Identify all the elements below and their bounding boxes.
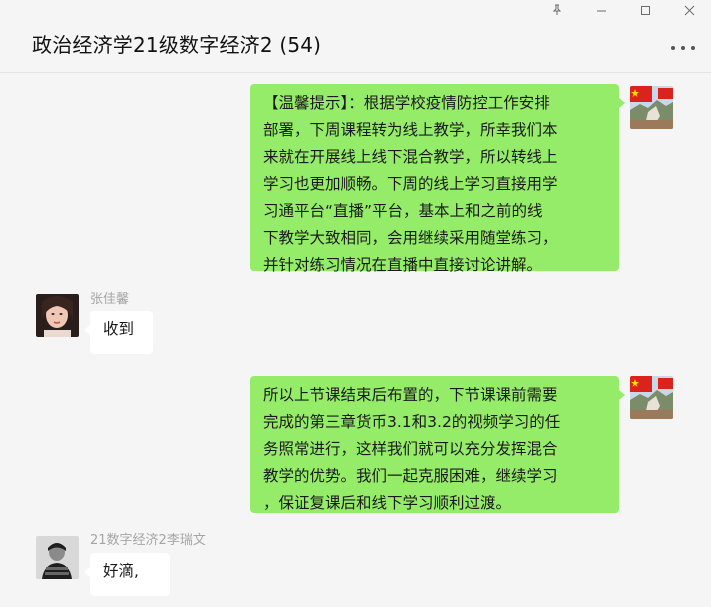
message-line: 并针对练习情况在直播中直接讨论讲解。 — [263, 256, 543, 274]
incoming-message-bubble[interactable]: 好滴, — [84, 553, 170, 596]
title-bar: 政治经济学21级数字经济2 (54) — [0, 0, 711, 73]
pin-icon[interactable] — [535, 0, 579, 20]
maximize-icon[interactable] — [623, 0, 667, 20]
outgoing-message-bubble[interactable]: 【温馨提示】：根据学校疫情防控工作安排 部署，下周课程转为线上教学，所幸我们本 … — [250, 84, 625, 274]
more-dot — [691, 46, 695, 50]
message-line: 务照常进行，这样我们就可以充分发挥混合 — [263, 440, 558, 458]
message-line: 部署，下周课程转为线上教学，所幸我们本 — [263, 121, 558, 139]
message-line: 教学的优势。我们一起克服困难，继续学习 — [263, 467, 558, 485]
message-line: 习通平台“直播”平台，基本上和之前的线 — [263, 202, 543, 220]
message-line: ，保证复课后和线下学习顺利过渡。 — [263, 494, 512, 512]
more-dot — [671, 46, 675, 50]
sender-name: 张佳馨 — [90, 292, 130, 307]
sender-avatar[interactable] — [36, 294, 79, 337]
more-dot — [681, 46, 685, 50]
message-line: 完成的第三章货币3.1和3.2的视频学习的任 — [263, 413, 561, 431]
message-line: 学习也更加顺畅。下周的线上学习直接用学 — [263, 175, 558, 193]
more-dots-icon[interactable] — [671, 38, 695, 58]
incoming-message-bubble[interactable]: 收到 — [84, 311, 153, 354]
message-line: 下教学大致相同，会用继续采用随堂练习， — [263, 229, 558, 247]
message-line: 来就在开展线上线下混合教学，所以转线上 — [263, 148, 558, 166]
sender-avatar[interactable] — [36, 536, 79, 579]
outgoing-message-bubble[interactable]: 所以上节课结束后布置的，下节课课前需要 完成的第三章货币3.1和3.2的视频学习… — [250, 376, 625, 513]
my-avatar[interactable] — [630, 376, 673, 419]
chat-title: 政治经济学21级数字经济2 (54) — [32, 33, 322, 57]
message-line: 【温馨提示】：根据学校疫情防控工作安排 — [263, 94, 550, 112]
message-line: 所以上节课结束后布置的，下节课课前需要 — [263, 386, 558, 404]
window-controls — [535, 0, 711, 20]
sender-name: 21数字经济2李瑞文 — [90, 533, 206, 548]
close-icon[interactable] — [667, 0, 711, 20]
chat-window: 政治经济学21级数字经济2 (54) 【温馨提示】：根据学校疫情防控工作安排 部… — [0, 0, 711, 607]
minimize-icon[interactable] — [579, 0, 623, 20]
my-avatar[interactable] — [630, 86, 673, 129]
